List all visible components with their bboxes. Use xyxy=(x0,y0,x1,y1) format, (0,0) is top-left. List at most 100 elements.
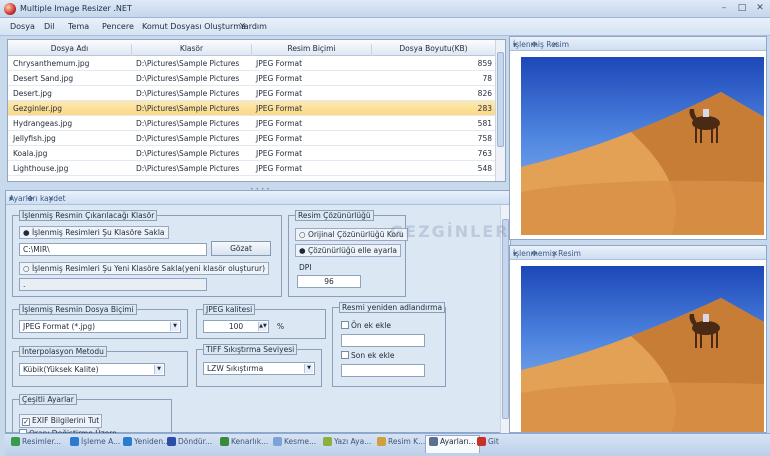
radio-new-folder[interactable]: ○ İşlenmiş Resimleri Şu Yeni Klasöre Sak… xyxy=(19,262,269,275)
watermark: GEZGİNLER xyxy=(390,222,510,241)
table-row[interactable]: Desert Sand.jpg D:\Pictures\Sample Pictur… xyxy=(8,71,496,86)
table-row[interactable]: Desert.jpg D:\Pictures\Sample Pictures JPE… xyxy=(8,86,496,101)
prefix-checkbox[interactable]: Ön ek ekle xyxy=(341,321,391,330)
tab-6[interactable]: Kesme... xyxy=(273,437,316,452)
interpolation-select[interactable]: Kübik(Yüksek Kalite) ▼ xyxy=(19,363,165,376)
cell-size: 826 xyxy=(477,89,492,98)
misc-label: Çeşitli Ayarlar xyxy=(19,394,77,405)
cell-folder: D:\Pictures\Sample Pictures xyxy=(136,104,240,113)
cell-format: JPEG Format xyxy=(256,164,303,173)
processed-desert-image xyxy=(521,57,764,235)
tab-icon xyxy=(429,437,438,446)
table-row[interactable]: Koala.jpg D:\Pictures\Sample Pictures JPEG… xyxy=(8,146,496,161)
chevron-down-icon: ▼ xyxy=(154,365,163,374)
output-folder-group: İşlenmiş Resmin Çıkarılacağı Klasör ● İş… xyxy=(12,210,282,297)
tab-10[interactable]: Git xyxy=(477,437,499,452)
cell-size: 283 xyxy=(477,104,492,113)
app-icon xyxy=(4,3,16,15)
cell-folder: D:\Pictures\Sample Pictures xyxy=(136,74,240,83)
tab-icon xyxy=(70,437,79,446)
table-row[interactable]: Gezginler.jpg D:\Pictures\Sample Pictures… xyxy=(8,101,496,116)
cell-size: 758 xyxy=(477,134,492,143)
grid-scrollbar[interactable] xyxy=(495,40,505,181)
original-header: İşlenmemiş Resim ▾ ✥ ✕ xyxy=(510,246,766,260)
jpeg-quality-label: JPEG kalitesi xyxy=(203,304,256,315)
cell-format: JPEG Format xyxy=(256,89,303,98)
tiff-group: TIFF Sıkıştırma Seviyesi LZW Sıkıştırma ▼ xyxy=(196,344,322,387)
tab-label: Kesme... xyxy=(284,437,317,446)
col-klasor[interactable]: Klasör xyxy=(132,44,252,56)
suffix-checkbox[interactable]: Son ek ekle xyxy=(341,351,394,360)
cell-folder: D:\Pictures\Sample Pictures xyxy=(136,89,240,98)
close-button[interactable]: ✕ xyxy=(752,2,768,15)
cell-size: 78 xyxy=(482,74,492,83)
window-title: Multiple Image Resizer .NET xyxy=(20,4,132,13)
tab-label: Döndür... xyxy=(178,437,213,446)
menu-yardim[interactable]: Yardım xyxy=(240,22,267,31)
table-row[interactable]: Hydrangeas.jpg D:\Pictures\Sample Picture… xyxy=(8,116,496,131)
tab-label: Git xyxy=(488,437,499,446)
processed-image-panel: İşlenmiş Resim ▾ ✥ ✕ xyxy=(509,36,767,240)
menu-dil[interactable]: Dil xyxy=(44,22,55,31)
tab-label: Yazı Aya... xyxy=(334,437,372,446)
new-folder-input[interactable]: . xyxy=(19,278,207,291)
jpeg-quality-group: JPEG kalitesi 100 ▲▼ % xyxy=(196,304,326,339)
table-row[interactable]: Lighthouse.jpg D:\Pictures\Sample Picture… xyxy=(8,161,496,176)
file-format-label: İşlenmiş Resmin Dosya Biçimi xyxy=(19,304,137,315)
stepper-arrows-icon[interactable]: ▲▼ xyxy=(258,322,267,331)
settings-panel-buttons[interactable]: ▾ ✥ ✕ xyxy=(9,194,506,203)
tab-label: Yeniden... xyxy=(134,437,171,446)
radio-save-folder[interactable]: ● İşlenmiş Resimleri Şu Klasöre Sakla xyxy=(19,226,169,239)
tab-5[interactable]: Kenarlık... xyxy=(220,437,268,452)
tab-7[interactable]: Yazı Aya... xyxy=(323,437,371,452)
col-dosya-boyutu[interactable]: Dosya Boyutu(KB) xyxy=(372,44,496,56)
tab-icon xyxy=(273,437,282,446)
cell-name: Desert Sand.jpg xyxy=(13,74,74,83)
browse-button[interactable]: Gözat xyxy=(211,241,271,256)
cell-name: Desert.jpg xyxy=(13,89,52,98)
jpeg-quality-stepper[interactable]: 100 ▲▼ xyxy=(203,320,269,333)
title-bar: Multiple Image Resizer .NET – □ ✕ xyxy=(0,0,770,18)
suffix-input[interactable] xyxy=(341,364,425,377)
file-format-select[interactable]: JPEG Format (*.jpg) ▼ xyxy=(19,320,181,333)
tab-9[interactable]: Ayarları... xyxy=(425,435,480,453)
col-dosya-adi[interactable]: Dosya Adı xyxy=(8,44,132,56)
menu-tema[interactable]: Tema xyxy=(68,22,89,31)
prefix-input[interactable] xyxy=(341,334,425,347)
tab-2[interactable]: İşleme A... xyxy=(70,437,120,452)
exif-checkbox[interactable]: ✓ EXIF Bilgilerini Tut xyxy=(19,414,103,428)
grid-header: Dosya Adı Klasör Resim Biçimi Dosya Boyu… xyxy=(8,40,496,56)
chevron-down-icon: ▼ xyxy=(170,322,179,331)
radio-manual-resolution[interactable]: ● Çözünürlüğü elle ayarla xyxy=(295,244,401,257)
processed-panel-buttons[interactable]: ▾ ✥ ✕ xyxy=(513,40,762,49)
cell-size: 581 xyxy=(477,119,492,128)
menu-dosya[interactable]: Dosya xyxy=(10,22,35,31)
col-resim-bicimi[interactable]: Resim Biçimi xyxy=(252,44,372,56)
table-row[interactable]: Chrysanthemum.jpg D:\Pictures\Sample Pict… xyxy=(8,56,496,71)
tiff-select[interactable]: LZW Sıkıştırma ▼ xyxy=(203,362,315,375)
tab-8[interactable]: Resim K... xyxy=(377,437,425,452)
tab-icon xyxy=(220,437,229,446)
menu-komut[interactable]: Komut Dosyası Oluşturma xyxy=(142,22,246,31)
dpi-input[interactable]: 96 xyxy=(297,275,361,288)
file-grid: Dosya Adı Klasör Resim Biçimi Dosya Boyu… xyxy=(7,39,506,182)
rename-label: Resmi yeniden adlandırma xyxy=(339,302,446,313)
tab-3[interactable]: Yeniden... xyxy=(123,437,170,452)
cell-name: Koala.jpg xyxy=(13,149,48,158)
original-panel-buttons[interactable]: ▾ ✥ ✕ xyxy=(513,249,762,258)
tab-label: Resim K... xyxy=(388,437,426,446)
output-path-input[interactable]: C:\MIR\ xyxy=(19,243,207,256)
tab-4[interactable]: Döndür... xyxy=(167,437,212,452)
tab-1[interactable]: Resimler... xyxy=(11,437,61,452)
cell-folder: D:\Pictures\Sample Pictures xyxy=(136,59,240,68)
table-row[interactable]: Jellyfish.jpg D:\Pictures\Sample Pictures… xyxy=(8,131,496,146)
minimize-button[interactable]: – xyxy=(716,2,732,15)
menu-pencere[interactable]: Pencere xyxy=(102,22,134,31)
maximize-button[interactable]: □ xyxy=(734,2,750,15)
tiff-label: TIFF Sıkıştırma Seviyesi xyxy=(203,344,298,355)
tab-icon xyxy=(377,437,386,446)
cell-folder: D:\Pictures\Sample Pictures xyxy=(136,119,240,128)
dpi-label: DPI xyxy=(299,263,312,272)
bottom-tabs: Resimler... İşleme A... Yeniden... Döndür..… xyxy=(5,433,770,456)
cell-format: JPEG Format xyxy=(256,119,303,128)
